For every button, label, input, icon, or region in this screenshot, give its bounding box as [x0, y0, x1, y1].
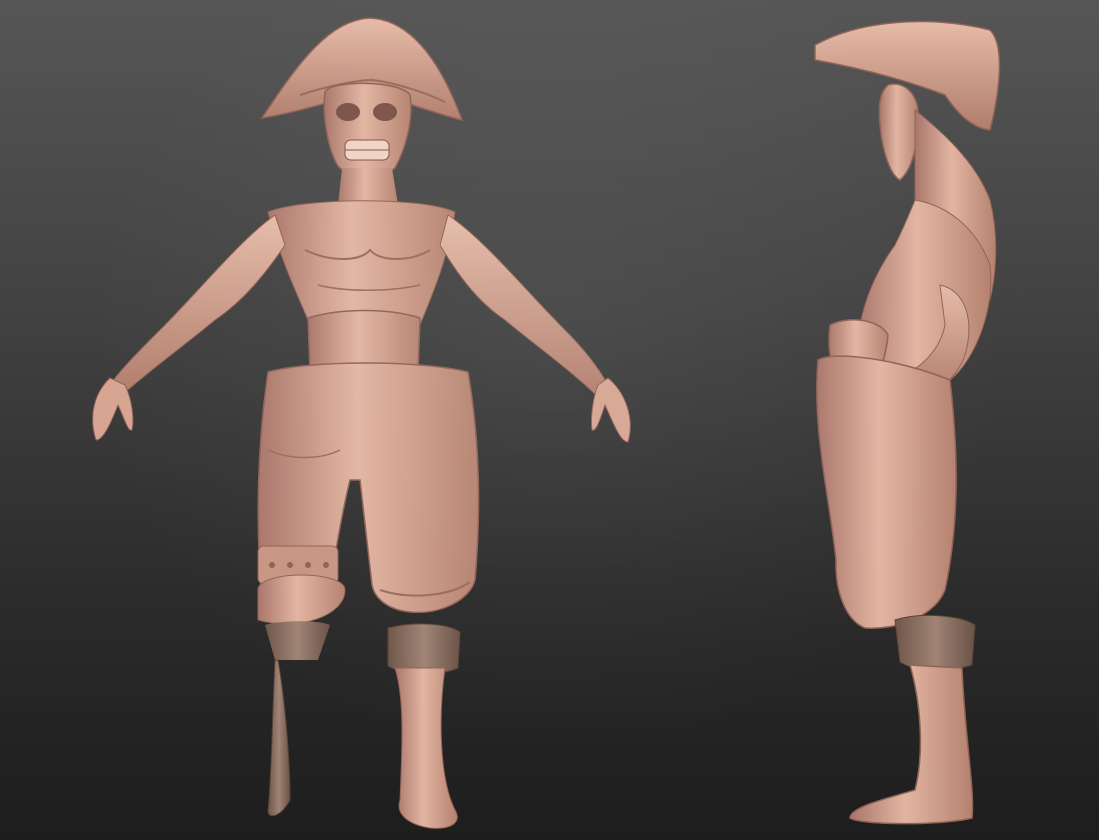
side-leg-wrap: [894, 614, 976, 671]
pirate-side-view: [814, 20, 1001, 825]
side-skull: [878, 83, 919, 181]
side-leg-foot: [849, 664, 974, 825]
render-viewport: [0, 0, 1099, 840]
side-pants: [816, 355, 957, 629]
